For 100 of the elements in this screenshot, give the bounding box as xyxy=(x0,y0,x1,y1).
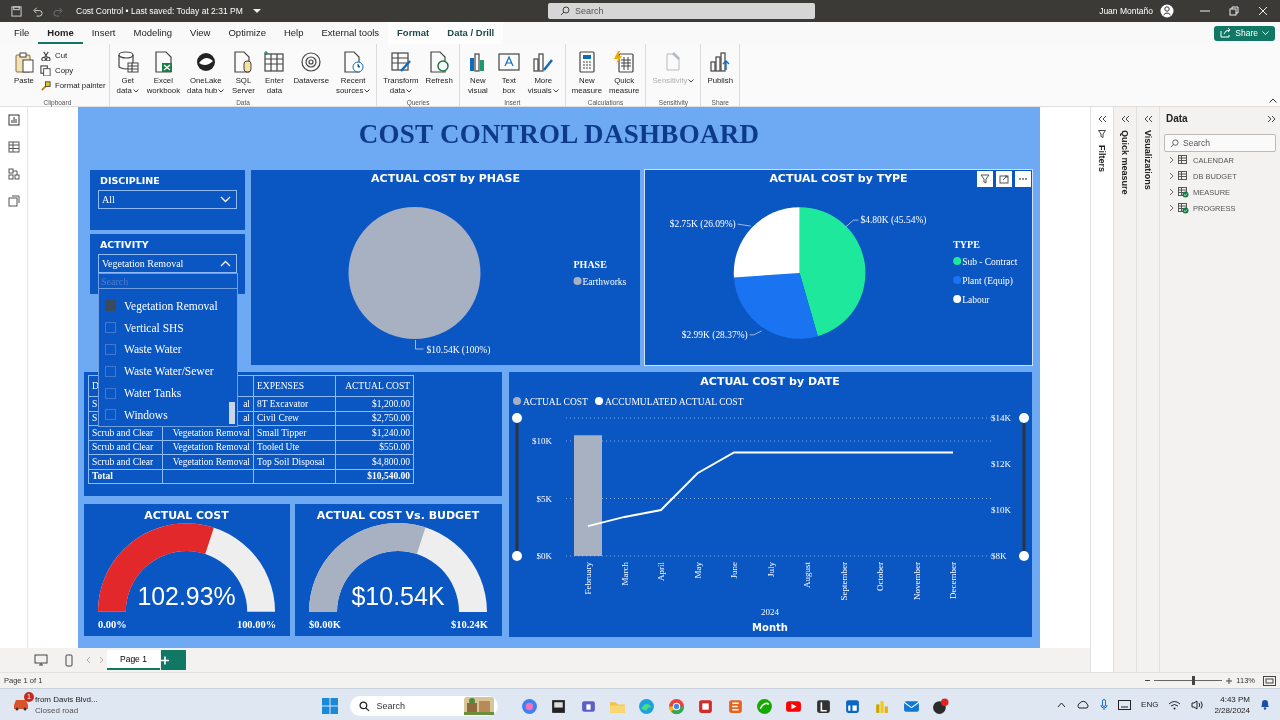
microphone-icon[interactable] xyxy=(1100,698,1109,711)
table-icon[interactable] xyxy=(7,141,20,153)
column-header[interactable]: D xyxy=(92,381,99,391)
scissors-icon xyxy=(40,50,51,61)
window-icon[interactable] xyxy=(550,697,568,715)
axis-label: December xyxy=(948,562,958,599)
clock-time[interactable]: 4:43 PM xyxy=(1220,693,1250,705)
close-icon[interactable] xyxy=(1258,6,1268,16)
list-option[interactable]: Water Tanks xyxy=(99,382,182,404)
tile-icon[interactable] xyxy=(726,697,744,715)
dropdown-field[interactable]: Vegetation Removal xyxy=(98,254,237,273)
clock-date[interactable]: 2/28/2024 xyxy=(1214,704,1250,716)
dropdown-field[interactable]: All xyxy=(98,190,237,209)
list-option[interactable]: Windows xyxy=(99,404,168,426)
data-label: $4.80K (45.54%) xyxy=(860,215,927,226)
speaker-icon[interactable] xyxy=(1191,699,1205,710)
menu-tab[interactable]: View xyxy=(181,22,220,44)
caret-icon[interactable] xyxy=(252,8,261,14)
checkbox[interactable] xyxy=(105,300,116,312)
zoom-in-icon[interactable] xyxy=(1226,677,1233,684)
table-cell: Top Soil Disposal xyxy=(257,456,325,467)
plus-icon xyxy=(160,655,169,665)
axis-label: August xyxy=(802,562,812,588)
search-box[interactable]: Search xyxy=(350,696,499,716)
list-option[interactable]: Waste Water/Sewer xyxy=(99,360,214,383)
wifi-icon[interactable] xyxy=(1168,699,1182,710)
axis-label: $10K xyxy=(532,436,552,446)
filter-icon[interactable] xyxy=(977,171,993,187)
notification-title[interactable]: from Davis Blvd... xyxy=(35,693,98,705)
bell-icon[interactable] xyxy=(1260,699,1270,710)
range-slider[interactable] xyxy=(1019,413,1029,561)
chart-title: ACTUAL COST by PHASE xyxy=(371,172,520,185)
caret-icon xyxy=(364,88,371,93)
axis-label: $14K xyxy=(991,413,1011,423)
menu-tab[interactable]: External tools xyxy=(312,22,389,44)
gauge-min: 0.00% xyxy=(97,618,127,630)
menu-tab[interactable]: File xyxy=(5,22,39,44)
add-page-button[interactable] xyxy=(160,650,186,670)
phone-icon[interactable] xyxy=(65,653,73,667)
search-input[interactable]: Search xyxy=(376,701,447,711)
list-option[interactable]: Waste Water xyxy=(99,338,182,361)
search-field[interactable]: Search xyxy=(99,274,237,289)
list-option[interactable]: Vegetation Removal xyxy=(99,295,218,317)
user-name: Juan Montaño xyxy=(1099,6,1153,16)
search-box[interactable]: Search xyxy=(548,3,815,19)
share-button[interactable]: Share xyxy=(1214,25,1275,41)
search-box[interactable]: Search xyxy=(1164,134,1276,152)
zoom-out-icon[interactable] xyxy=(1145,678,1151,683)
list-option[interactable]: Vertical SHS xyxy=(99,316,184,339)
model-icon[interactable] xyxy=(7,168,20,180)
checkbox[interactable] xyxy=(105,344,116,355)
tablet-icon[interactable] xyxy=(1118,699,1132,710)
checkbox[interactable] xyxy=(105,365,116,377)
bar-chart-icon[interactable] xyxy=(7,114,20,126)
language-indicator[interactable]: ENG xyxy=(1141,700,1159,709)
range-slider[interactable] xyxy=(512,413,522,561)
leader-line xyxy=(749,330,763,336)
page-tab[interactable]: Page 1 xyxy=(107,650,160,670)
legend-label: ACCUMULATED ACTUAL COST xyxy=(605,397,744,407)
chevron-up-icon[interactable] xyxy=(1269,98,1277,103)
undo-icon[interactable] xyxy=(32,5,43,17)
square-icon[interactable] xyxy=(814,697,832,715)
search-input[interactable]: Search xyxy=(575,6,775,16)
axis-label: October xyxy=(875,562,885,591)
line[interactable] xyxy=(587,451,954,528)
checkbox[interactable] xyxy=(105,387,116,399)
menu-tab[interactable]: Data / Drill xyxy=(438,22,504,44)
data-label: $10.54K (100%) xyxy=(426,345,491,355)
menu-tab[interactable]: Format xyxy=(388,22,439,44)
collapse-icon[interactable] xyxy=(1267,114,1276,123)
menu-tab[interactable]: Insert xyxy=(82,22,125,44)
pie-slice[interactable] xyxy=(348,207,481,339)
collapsed-pane[interactable]: Filters xyxy=(1090,107,1113,672)
fit-to-page-icon[interactable] xyxy=(1263,675,1276,686)
dashboard-title: COST CONTROL DASHBOARD xyxy=(358,119,760,150)
menu-tab[interactable]: Modeling xyxy=(124,22,182,44)
globe-icon[interactable] xyxy=(667,697,685,715)
start-icon[interactable] xyxy=(322,698,338,714)
expand-icon[interactable] xyxy=(1097,115,1107,123)
legend-title: PHASE xyxy=(573,259,607,270)
chevron-up-icon[interactable] xyxy=(1057,701,1067,708)
expand-icon[interactable] xyxy=(1120,115,1130,123)
checkbox[interactable] xyxy=(105,409,116,421)
menu-tab[interactable]: Help xyxy=(274,22,313,44)
expand-icon[interactable] xyxy=(1143,115,1153,123)
more-options-icon[interactable] xyxy=(1015,171,1031,187)
avatar-icon[interactable] xyxy=(1160,4,1174,18)
cloud-icon[interactable] xyxy=(1076,700,1091,709)
record-icon[interactable] xyxy=(932,697,950,715)
checkbox[interactable] xyxy=(105,322,116,334)
search-input[interactable]: Search xyxy=(1183,138,1273,148)
save-icon[interactable] xyxy=(11,5,22,17)
gauge-max: 100.00% xyxy=(236,618,277,630)
menu-tab[interactable]: Optimize xyxy=(219,22,275,44)
table-cell: S xyxy=(92,413,98,424)
desktop-icon[interactable] xyxy=(34,654,48,666)
restore-icon[interactable] xyxy=(1229,6,1239,16)
scrollbar-thumb[interactable] xyxy=(229,401,235,424)
focus-mode-icon[interactable] xyxy=(996,171,1012,187)
database-icon xyxy=(115,50,140,74)
